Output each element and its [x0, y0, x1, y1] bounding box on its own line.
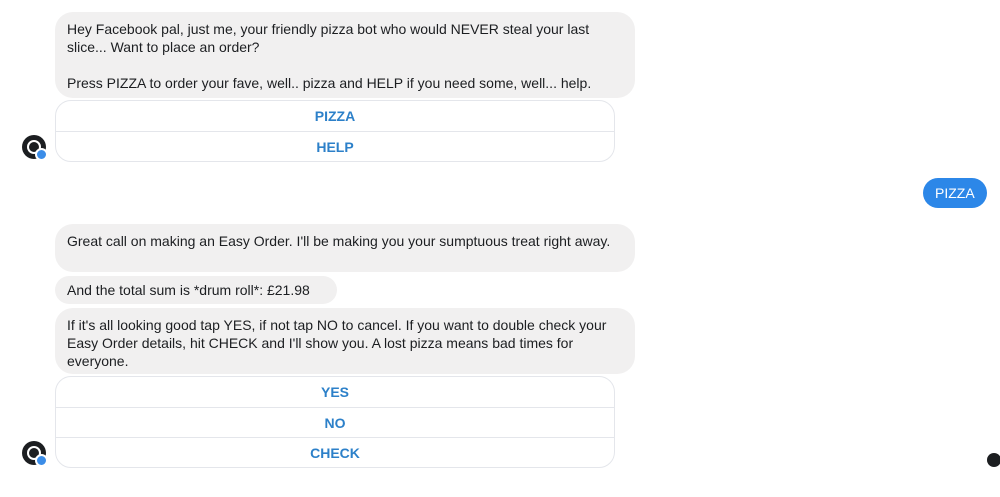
verified-badge-icon [35, 148, 48, 161]
quick-reply-help-button[interactable]: HELP [56, 131, 614, 161]
bot-message-total: And the total sum is *drum roll*: £21.98 [55, 276, 337, 304]
bot-message-greeting-text: Hey Facebook pal, just me, your friendly… [67, 21, 592, 91]
verified-badge-icon [35, 454, 48, 467]
bot-avatar-icon[interactable] [22, 441, 48, 467]
quick-replies-group-2: YES NO CHECK [55, 376, 615, 468]
bot-message-prompt-text: If it's all looking good tap YES, if not… [67, 317, 611, 369]
seen-indicator-icon [987, 453, 1000, 467]
bot-message-total-text: And the total sum is *drum roll*: £21.98 [67, 282, 310, 298]
quick-reply-pizza-button[interactable]: PIZZA [56, 101, 614, 131]
bot-message-prompt: If it's all looking good tap YES, if not… [55, 308, 635, 374]
bot-message-greeting: Hey Facebook pal, just me, your friendly… [55, 12, 635, 98]
quick-replies-group-1: PIZZA HELP [55, 100, 615, 162]
bot-message-confirmation: Great call on making an Easy Order. I'll… [55, 224, 635, 272]
bot-avatar-icon[interactable] [22, 135, 48, 161]
quick-reply-yes-button[interactable]: YES [56, 377, 614, 407]
user-message-bubble: PIZZA [923, 178, 987, 208]
quick-reply-no-button[interactable]: NO [56, 407, 614, 437]
bot-message-confirmation-text: Great call on making an Easy Order. I'll… [67, 233, 611, 249]
quick-reply-check-button[interactable]: CHECK [56, 437, 614, 467]
